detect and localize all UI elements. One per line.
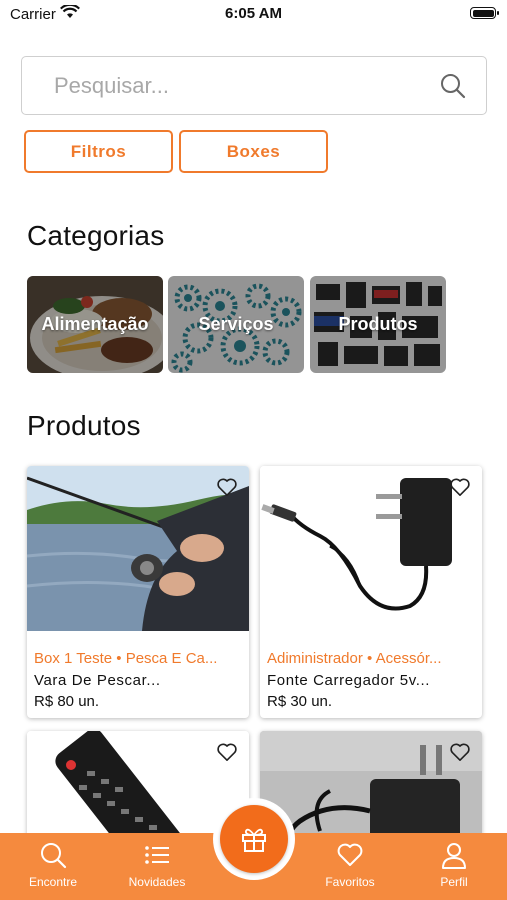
categories-title: Categorias [27,220,165,251]
tab-label: Encontre [28,875,78,889]
tab-encontre[interactable]: Encontre [2,833,104,900]
tab-novidades[interactable]: Novidades [106,833,208,900]
tab-label: Favoritos [325,875,375,889]
tab-label: Perfil [440,875,468,889]
heart-icon[interactable] [216,742,238,762]
status-bar: Carrier 6:05 AM [0,0,507,28]
product-price: R$ 80 un. [34,693,100,710]
heart-icon[interactable] [449,477,471,497]
product-card[interactable]: Adiministrador • Acessór... Fonte Carreg… [260,466,482,718]
products-title: Produtos [27,410,141,441]
search-bar[interactable] [21,56,487,115]
product-name: Vara De Pescar... [34,672,161,689]
filters-button[interactable]: Filtros [24,130,173,173]
product-name: Fonte Carregador 5v... [267,672,430,689]
battery-icon [470,7,499,19]
tab-perfil[interactable]: Perfil [403,833,505,900]
gift-icon [242,828,266,852]
category-card-products[interactable]: Produtos [310,276,446,373]
category-card-food[interactable]: Alimentação [27,276,163,373]
product-category: Box 1 Teste • Pesca E Ca... [34,650,218,667]
product-category: Adiministrador • Acessór... [267,650,442,667]
tab-favoritos[interactable]: Favoritos [299,833,401,900]
gift-button[interactable] [220,805,288,873]
product-price: R$ 30 un. [267,693,333,710]
search-icon [41,843,67,869]
user-icon [442,843,466,869]
heart-icon [337,843,363,866]
clock: 6:05 AM [225,5,282,22]
tab-label: Novidades [128,875,186,889]
boxes-button[interactable]: Boxes [179,130,328,173]
category-label: Alimentação [41,314,149,334]
heart-icon[interactable] [449,742,471,762]
search-icon[interactable] [440,73,466,99]
search-input[interactable] [52,67,436,105]
product-card[interactable]: Box 1 Teste • Pesca E Ca... Vara De Pesc… [27,466,249,718]
category-label: Serviços [198,314,274,334]
heart-icon[interactable] [216,477,238,497]
category-card-services[interactable]: Serviços [168,276,304,373]
category-label: Produtos [338,314,418,334]
list-icon [145,846,169,864]
